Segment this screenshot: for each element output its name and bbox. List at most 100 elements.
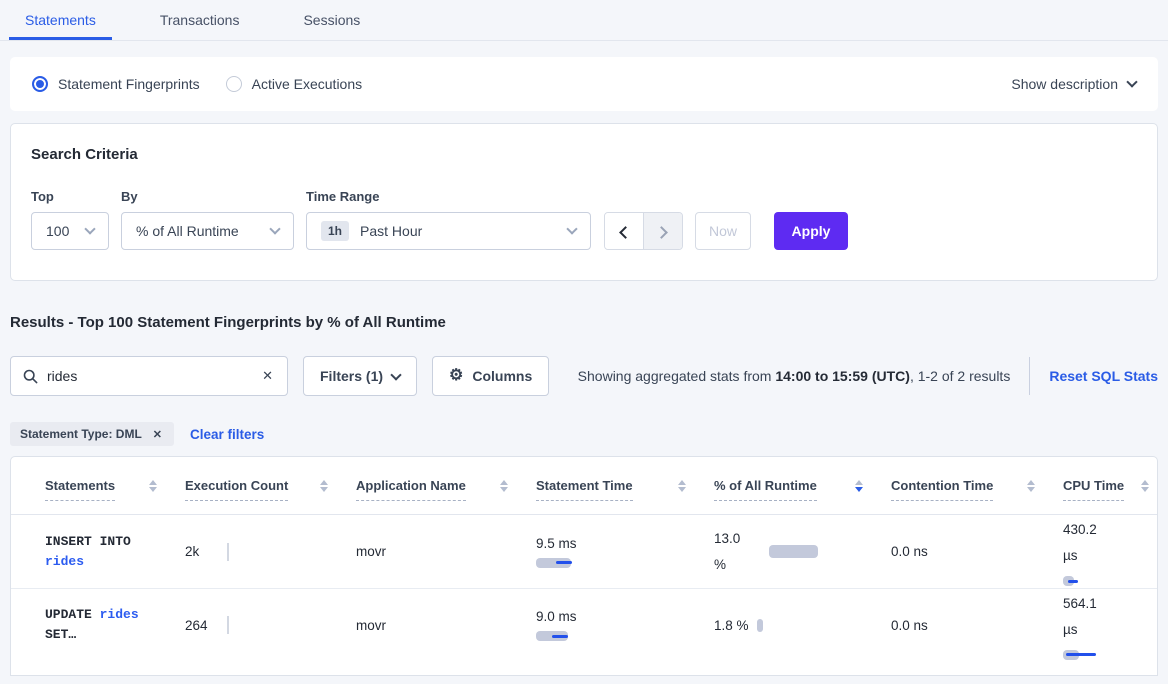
contention-time-cell: 0.0 ns: [891, 618, 1063, 633]
clear-filters-link[interactable]: Clear filters: [190, 427, 264, 442]
sort-icon: [500, 480, 508, 492]
time-range-select[interactable]: 1h Past Hour: [306, 212, 591, 250]
execution-count-cell: 2k: [185, 544, 356, 559]
show-description-label: Show description: [1011, 76, 1118, 92]
statement-time-bar: [536, 631, 574, 641]
table-row: INSERT INTO rides 2k movr 9.5 ms 13.0 % …: [11, 515, 1157, 588]
column-header-contention-time[interactable]: Contention Time: [891, 457, 1063, 514]
top-select[interactable]: 100: [31, 212, 109, 250]
statement-time-cell: 9.0 ms: [536, 609, 714, 641]
view-toggle-strip: Statement Fingerprints Active Executions…: [10, 57, 1158, 111]
pct-runtime-bar: [757, 619, 763, 632]
time-range-badge: 1h: [321, 221, 349, 241]
sort-icon: [1027, 480, 1035, 492]
search-input[interactable]: [47, 368, 260, 384]
clear-search-icon[interactable]: ✕: [260, 368, 275, 384]
column-header-pct-of-all-runtime[interactable]: % of All Runtime: [714, 457, 891, 514]
results-table: Statements Execution Count Application N…: [10, 456, 1158, 676]
top-select-value: 100: [46, 223, 86, 239]
filter-chip-statement-type: Statement Type: DML ✕: [10, 422, 174, 446]
application-name-cell: movr: [356, 544, 536, 559]
cpu-time-bar: [1063, 650, 1097, 660]
contention-time-cell: 0.0 ns: [891, 544, 1063, 559]
application-name-cell: movr: [356, 618, 536, 633]
by-control: By % of All Runtime: [121, 189, 306, 250]
time-range-value: Past Hour: [360, 223, 568, 239]
radio-active-executions[interactable]: Active Executions: [226, 76, 363, 92]
view-radio-group: Statement Fingerprints Active Executions: [32, 76, 362, 92]
tab-statements[interactable]: Statements: [9, 2, 112, 40]
stats-area: Showing aggregated stats from 14:00 to 1…: [549, 357, 1158, 395]
chevron-down-icon: [566, 223, 577, 234]
radio-label: Statement Fingerprints: [58, 76, 200, 92]
by-select[interactable]: % of All Runtime: [121, 212, 294, 250]
filters-button[interactable]: Filters (1): [303, 356, 417, 396]
statement-cell: UPDATE rides SET…: [11, 605, 185, 645]
radio-statement-fingerprints[interactable]: Statement Fingerprints: [32, 76, 200, 92]
statement-time-cell: 9.5 ms: [536, 536, 714, 568]
execution-count-cell: 264: [185, 618, 356, 633]
top-tab-bar: Statements Transactions Sessions: [0, 0, 1168, 41]
pct-runtime-cell: 1.8 %: [714, 618, 891, 633]
chevron-down-icon: [84, 223, 95, 234]
by-select-value: % of All Runtime: [136, 223, 271, 239]
filters-label: Filters (1): [320, 368, 383, 384]
now-button[interactable]: Now: [695, 212, 751, 250]
columns-button[interactable]: ⚙ Columns: [432, 356, 549, 396]
sort-icon: [320, 480, 328, 492]
vertical-divider: [1029, 357, 1030, 395]
column-header-cpu-time[interactable]: CPU Time: [1063, 457, 1157, 514]
sort-icon: [1141, 480, 1149, 492]
apply-button[interactable]: Apply: [774, 212, 848, 250]
results-toolbar: ✕ Filters (1) ⚙ Columns Showing aggregat…: [10, 356, 1158, 396]
pct-runtime-cell: 13.0 %: [714, 526, 891, 578]
chevron-left-icon: [619, 226, 632, 239]
statement-link[interactable]: rides: [45, 554, 84, 569]
remove-filter-icon[interactable]: ✕: [151, 428, 164, 441]
cpu-time-cell: 564.1 µs: [1063, 591, 1157, 660]
search-box: ✕: [10, 356, 288, 396]
sort-icon-active-desc: [855, 480, 863, 492]
statement-cell: INSERT INTO rides: [11, 532, 185, 572]
table-row: UPDATE rides SET… 264 movr 9.0 ms 1.8 % …: [11, 588, 1157, 661]
column-header-statements[interactable]: Statements: [11, 457, 185, 514]
cpu-time-bar: [1063, 576, 1083, 586]
filter-chip-row: Statement Type: DML ✕ Clear filters: [10, 422, 1158, 446]
time-range-label: Time Range: [306, 189, 604, 204]
search-criteria-card: Search Criteria Top 100 By % of All Runt…: [10, 123, 1158, 281]
column-header-statement-time[interactable]: Statement Time: [536, 457, 714, 514]
time-pager: [604, 212, 683, 250]
column-header-execution-count[interactable]: Execution Count: [185, 457, 356, 514]
table-header-row: Statements Execution Count Application N…: [11, 457, 1157, 515]
previous-time-button[interactable]: [605, 213, 643, 250]
sort-icon: [678, 480, 686, 492]
statement-link[interactable]: rides: [100, 607, 139, 622]
aggregated-stats-text: Showing aggregated stats from 14:00 to 1…: [578, 368, 1011, 384]
gear-icon: ⚙: [449, 368, 463, 384]
execution-count-bar: [227, 543, 229, 561]
by-label: By: [121, 189, 306, 204]
columns-label: Columns: [472, 368, 532, 384]
reset-sql-stats-link[interactable]: Reset SQL Stats: [1049, 368, 1158, 384]
chevron-down-icon: [390, 369, 401, 380]
tab-transactions[interactable]: Transactions: [144, 2, 256, 40]
radio-label: Active Executions: [252, 76, 363, 92]
tab-sessions[interactable]: Sessions: [287, 2, 376, 40]
chevron-down-icon: [1126, 76, 1137, 87]
statement-time-bar: [536, 558, 576, 568]
show-description-toggle[interactable]: Show description: [1011, 76, 1136, 92]
pct-runtime-bar: [769, 545, 818, 558]
chevron-down-icon: [269, 223, 280, 234]
radio-selected-icon: [32, 76, 48, 92]
radio-unselected-icon: [226, 76, 242, 92]
execution-count-bar: [227, 616, 229, 634]
time-range-control: Time Range 1h Past Hour: [306, 189, 604, 250]
chevron-right-icon: [655, 226, 668, 239]
results-heading: Results - Top 100 Statement Fingerprints…: [10, 314, 1158, 331]
search-icon: [23, 369, 38, 384]
next-time-button[interactable]: [644, 213, 682, 250]
top-control: Top 100: [31, 189, 121, 250]
column-header-application-name[interactable]: Application Name: [356, 457, 536, 514]
search-criteria-title: Search Criteria: [31, 146, 1137, 163]
sort-icon: [149, 480, 157, 492]
